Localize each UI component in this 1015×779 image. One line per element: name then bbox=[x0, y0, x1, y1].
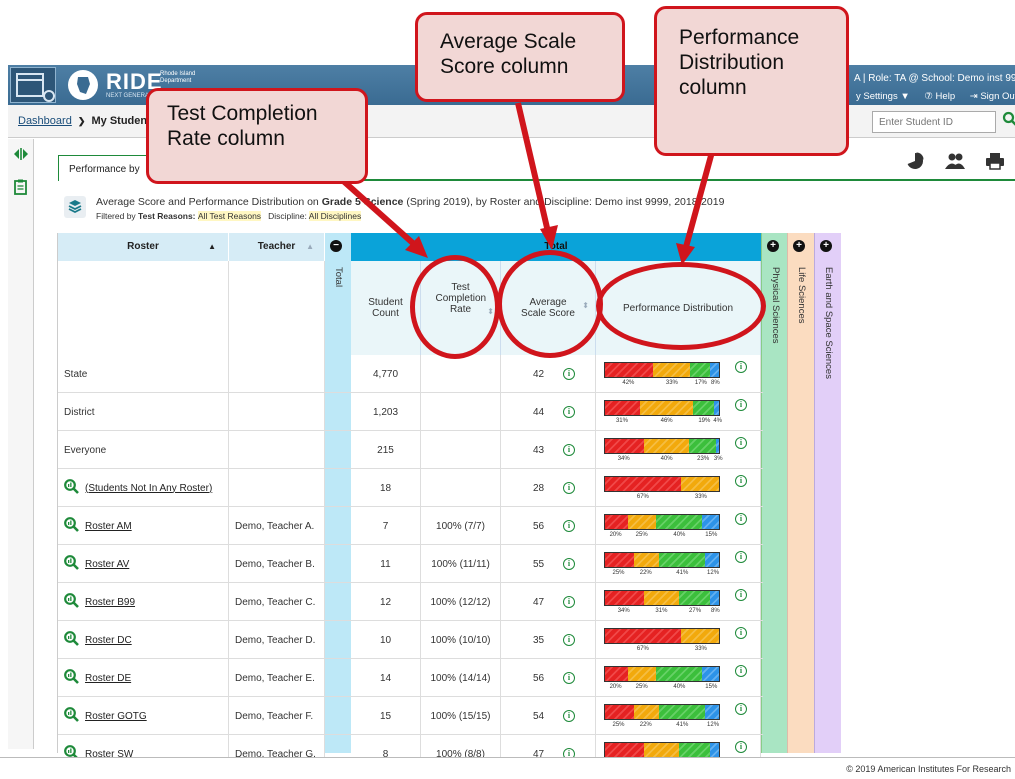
average-highlight bbox=[497, 250, 603, 358]
callout-completion: Test Completion Rate column bbox=[146, 88, 368, 184]
distribution-highlight bbox=[596, 262, 766, 350]
completion-highlight bbox=[410, 255, 500, 359]
page: RIDE NEXT GENERATION Rhode Island Departm… bbox=[0, 0, 1015, 779]
callout-average: Average Scale Score column bbox=[415, 12, 625, 102]
callout-distribution: Performance Distribution column bbox=[654, 6, 849, 156]
